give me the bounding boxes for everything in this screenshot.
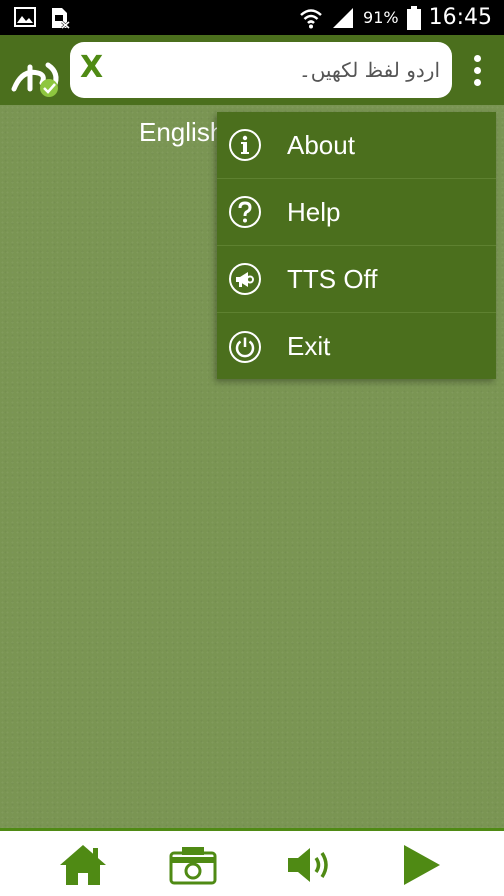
signal-icon bbox=[333, 7, 354, 28]
menu-item-help[interactable]: Help bbox=[217, 179, 496, 246]
overflow-dot bbox=[473, 54, 481, 62]
sim-error-icon bbox=[52, 8, 70, 29]
status-bar: 91% 16:45 bbox=[0, 0, 504, 35]
bottom-nav bbox=[0, 828, 504, 896]
power-icon bbox=[229, 330, 261, 363]
battery-icon bbox=[406, 5, 421, 30]
app-bar: X bbox=[0, 35, 504, 105]
menu-item-about[interactable]: About bbox=[217, 112, 496, 179]
menu-item-exit[interactable]: Exit bbox=[217, 313, 496, 380]
gallery-icon bbox=[14, 7, 36, 27]
speaker-icon[interactable] bbox=[284, 843, 334, 887]
overflow-dot bbox=[473, 66, 481, 74]
menu-item-label: Exit bbox=[287, 331, 331, 361]
search-input[interactable] bbox=[120, 50, 440, 90]
overflow-menu-button[interactable] bbox=[462, 47, 492, 93]
help-icon bbox=[229, 196, 261, 228]
camera-icon[interactable] bbox=[168, 843, 218, 887]
home-icon[interactable] bbox=[58, 843, 108, 887]
battery-percent: 91% bbox=[363, 8, 399, 27]
overflow-menu: About Help TTS Off Exit bbox=[217, 112, 496, 379]
menu-item-label: Help bbox=[287, 196, 341, 227]
app-logo bbox=[11, 62, 59, 97]
wifi-icon bbox=[300, 8, 322, 28]
megaphone-icon bbox=[229, 263, 261, 295]
play-icon[interactable] bbox=[396, 843, 446, 887]
clock: 16:45 bbox=[428, 5, 492, 30]
search-box: X bbox=[70, 42, 452, 98]
menu-item-label: TTS Off bbox=[287, 263, 378, 294]
info-icon bbox=[229, 129, 261, 161]
menu-item-label: About bbox=[287, 129, 355, 160]
menu-item-tts-off[interactable]: TTS Off bbox=[217, 246, 496, 313]
clear-button[interactable]: X bbox=[80, 50, 103, 85]
overflow-dot bbox=[473, 78, 481, 86]
language-label: English bbox=[139, 117, 225, 147]
